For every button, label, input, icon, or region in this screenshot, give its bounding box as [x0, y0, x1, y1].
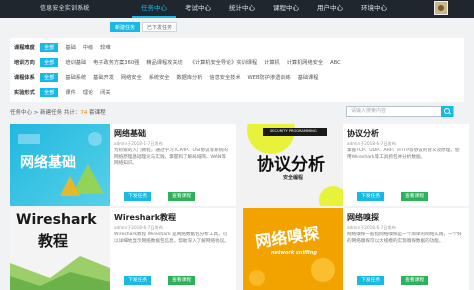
- thumb-title: Wireshark: [16, 212, 97, 228]
- view-course-button[interactable]: 查看课程: [401, 192, 429, 201]
- search-input[interactable]: 请输入搜索内容: [346, 106, 454, 117]
- filter-panel: 课程难度 全部 基础 中级 较难 培训方向 全部 培训基础 电子政务方案360强…: [10, 38, 464, 102]
- filter-label: 课程难度: [14, 45, 35, 51]
- filter-option[interactable]: 基础课程: [298, 74, 319, 81]
- filter-label: 实验形式: [14, 90, 35, 96]
- course-description: 掌握TCP、UDP、ARP、HTTP等协议的含义及原理，使用Wireshark等…: [347, 148, 460, 160]
- course-meta: admin于2018-6-7日发布: [347, 225, 396, 230]
- nav-exam-center[interactable]: 考试中心: [176, 0, 220, 18]
- thumb-title: 网络基础: [20, 155, 76, 171]
- filter-option[interactable]: 基础开发: [93, 74, 114, 81]
- filter-row-format: 实验形式 全部 课件 理论 闭关: [14, 85, 460, 100]
- filter-option[interactable]: 课件: [65, 89, 75, 96]
- course-meta: admin于2018-1-7日发布: [114, 141, 163, 146]
- filter-row-difficulty: 课程难度 全部 基础 中级 较难: [14, 40, 460, 55]
- issue-task-button[interactable]: 下发任务: [124, 192, 152, 201]
- filter-option[interactable]: 计算机: [264, 59, 280, 66]
- breadcrumb-path: 任务中心 > 新建任务: [10, 110, 63, 116]
- filter-option[interactable]: 全部: [40, 73, 59, 82]
- filter-option[interactable]: 电子政务方案360强: [93, 59, 139, 66]
- thumb-subtitle: 教程: [38, 232, 69, 250]
- filter-option[interactable]: WEB防护渗透训练: [248, 74, 291, 81]
- course-title[interactable]: Wireshark教程: [114, 212, 176, 223]
- course-meta: admin于2018-6-7日发布: [114, 225, 163, 230]
- course-title[interactable]: 协议分析: [347, 128, 379, 139]
- app-title: 信息安全实训系统: [40, 5, 90, 12]
- avatar[interactable]: [434, 1, 448, 15]
- avatar-image: [438, 5, 444, 11]
- filter-option[interactable]: 全部: [40, 88, 59, 97]
- filter-option[interactable]: 系统安全: [149, 74, 170, 81]
- thumb-title: 协议分析: [257, 155, 325, 175]
- filter-option[interactable]: 全部: [40, 58, 59, 67]
- filter-label: 培训方向: [14, 60, 35, 66]
- filter-row-direction: 培训方向 全部 培训基础 电子政务方案360强 精品课程攻关坊 《计算机安全导论…: [14, 55, 460, 70]
- issue-task-button[interactable]: 下发任务: [357, 276, 385, 285]
- nav-course-center[interactable]: 课程中心: [264, 0, 308, 18]
- nav-task-center[interactable]: 任务中心: [132, 0, 176, 18]
- view-course-button[interactable]: 查看课程: [401, 276, 429, 285]
- filter-label: 课程体系: [14, 75, 35, 81]
- issue-task-button[interactable]: 下发任务: [357, 192, 385, 201]
- course-meta: admin于2018-6-7日发布: [347, 141, 396, 146]
- search-icon[interactable]: [441, 106, 453, 117]
- tab-new-task[interactable]: 新建任务: [110, 22, 141, 32]
- filter-option[interactable]: 基础系统: [65, 74, 86, 81]
- subtabs: 新建任务 已下发任务: [110, 22, 178, 32]
- count-suffix: 套课程: [87, 110, 106, 116]
- filter-option[interactable]: 理论: [83, 89, 93, 96]
- view-course-button[interactable]: 查看课程: [168, 192, 196, 201]
- course-title[interactable]: 网络基础: [114, 128, 146, 139]
- thumb-caption: SECURITY PROGRAMMING: [270, 129, 317, 133]
- filter-option[interactable]: 计算机网络安全: [287, 59, 323, 66]
- course-thumbnail[interactable]: 网络嗅探 network sniffing: [243, 208, 343, 290]
- count-prefix: 共计：: [62, 110, 81, 116]
- top-navbar: 信息安全实训系统 任务中心 考试中心 统计中心 课程中心 用户中心 环境中心: [0, 0, 474, 18]
- filter-option[interactable]: 数据库分析: [176, 74, 202, 81]
- course-description: Wireshark教程 Wireshark 是网络数据包分析工具，可以详细地显示…: [114, 232, 229, 244]
- tab-issued-tasks[interactable]: 已下发任务: [142, 22, 178, 32]
- nav-stats-center[interactable]: 统计中心: [220, 0, 264, 18]
- nav-user-center[interactable]: 用户中心: [308, 0, 352, 18]
- course-card: 网络嗅探 network sniffing 网络嗅探 admin于2018-6-…: [243, 208, 469, 290]
- course-card: SECURITY PROGRAMMING 协议分析 安全编程 协议分析 admi…: [243, 124, 469, 206]
- filter-option[interactable]: 培训基础: [65, 59, 86, 66]
- nav-env-center[interactable]: 环境中心: [352, 0, 396, 18]
- filter-option[interactable]: ABC: [330, 60, 341, 66]
- course-thumbnail[interactable]: SECURITY PROGRAMMING 协议分析 安全编程: [243, 124, 343, 206]
- filter-option[interactable]: 中级: [83, 44, 93, 51]
- course-description: 网络嗅探一般指网络嗅探是一个简单的网络实践，一个好的网络嗅探可以大规模的实现嗅探…: [347, 232, 462, 244]
- filter-option[interactable]: 网络安全: [121, 74, 142, 81]
- issue-task-button[interactable]: 下发任务: [124, 276, 152, 285]
- course-card: Wireshark 教程 Wireshark教程 admin于2018-6-7日…: [10, 208, 236, 290]
- breadcrumb-bar: 任务中心 > 新建任务 共计：74 套课程 请输入搜索内容: [10, 105, 464, 119]
- filter-option[interactable]: 基础: [65, 44, 75, 51]
- thumb-subtitle: 安全编程: [283, 175, 304, 181]
- course-thumbnail[interactable]: Wireshark 教程: [10, 208, 110, 290]
- view-course-button[interactable]: 查看课程: [168, 276, 196, 285]
- filter-option[interactable]: 闭关: [100, 89, 110, 96]
- course-card: 网络基础 网络基础 admin于2018-1-7日发布 为初级的入门教程，通过学…: [10, 124, 236, 206]
- filter-option[interactable]: 信息安全技术: [209, 74, 240, 81]
- main-nav: 任务中心 考试中心 统计中心 课程中心 用户中心 环境中心: [132, 0, 396, 18]
- filter-option[interactable]: 较难: [100, 44, 110, 51]
- filter-row-system: 课程体系 全部 基础系统 基础开发 网络安全 系统安全 数据库分析 信息安全技术…: [14, 70, 460, 85]
- thumb-caption: network sniffing: [271, 250, 318, 256]
- course-title[interactable]: 网络嗅探: [347, 212, 379, 223]
- breadcrumb: 任务中心 > 新建任务 共计：74 套课程: [10, 108, 106, 116]
- filter-option[interactable]: 《计算机安全导论》实训课程: [190, 59, 257, 66]
- course-thumbnail[interactable]: 网络基础: [10, 124, 110, 206]
- search-placeholder: 请输入搜索内容: [351, 108, 387, 114]
- filter-option[interactable]: 精品课程攻关坊: [146, 59, 182, 66]
- filter-option[interactable]: 全部: [40, 43, 59, 52]
- course-description: 为初级的入门教程，通过学习TCP/IP、OSI协议等系统的网络原理基础理论与实践…: [114, 148, 228, 166]
